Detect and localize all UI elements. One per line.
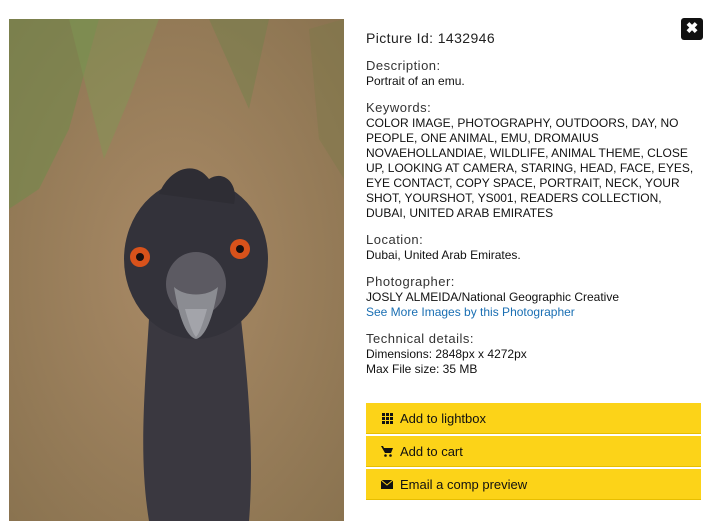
description-label: Description: bbox=[366, 58, 441, 73]
grid-icon bbox=[381, 412, 393, 424]
action-buttons: Add to lightbox Add to cart Email a comp… bbox=[366, 403, 701, 502]
technical-label: Technical details: bbox=[366, 331, 474, 346]
keywords-value: COLOR IMAGE, PHOTOGRAPHY, OUTDOORS, DAY,… bbox=[366, 116, 694, 220]
keywords-section: Keywords: COLOR IMAGE, PHOTOGRAPHY, OUTD… bbox=[366, 100, 706, 221]
cart-icon bbox=[381, 445, 393, 457]
photographer-label: Photographer: bbox=[366, 274, 455, 289]
picture-id: Picture Id: 1432946 bbox=[366, 30, 496, 46]
add-to-lightbox-button[interactable]: Add to lightbox bbox=[366, 403, 701, 434]
location-section: Location: Dubai, United Arab Emirates. bbox=[366, 232, 706, 263]
add-to-cart-label: Add to cart bbox=[400, 443, 463, 459]
photographer-section: Photographer: JOSLY ALMEIDA/National Geo… bbox=[366, 274, 706, 320]
picture-details: Picture Id: 1432946 Description: Portrai… bbox=[366, 30, 706, 388]
add-to-lightbox-label: Add to lightbox bbox=[400, 410, 487, 426]
keywords-label: Keywords: bbox=[366, 100, 432, 115]
email-comp-preview-label: Email a comp preview bbox=[400, 476, 528, 492]
photographer-value: JOSLY ALMEIDA/National Geographic Creati… bbox=[366, 290, 620, 304]
technical-section: Technical details: Dimensions: 2848px x … bbox=[366, 331, 706, 377]
filesize-value: Max File size: 35 MB bbox=[366, 362, 478, 376]
dimensions-value: Dimensions: 2848px x 4272px bbox=[366, 347, 527, 361]
emu-photo bbox=[9, 19, 344, 521]
envelope-icon bbox=[381, 479, 393, 489]
email-comp-preview-button[interactable]: Email a comp preview bbox=[366, 469, 701, 500]
description-section: Description: Portrait of an emu. bbox=[366, 58, 706, 89]
photographer-more-link[interactable]: See More Images by this Photographer bbox=[366, 305, 706, 320]
add-to-cart-button[interactable]: Add to cart bbox=[366, 436, 701, 467]
description-value: Portrait of an emu. bbox=[366, 74, 465, 88]
location-label: Location: bbox=[366, 232, 424, 247]
location-value: Dubai, United Arab Emirates. bbox=[366, 248, 521, 262]
